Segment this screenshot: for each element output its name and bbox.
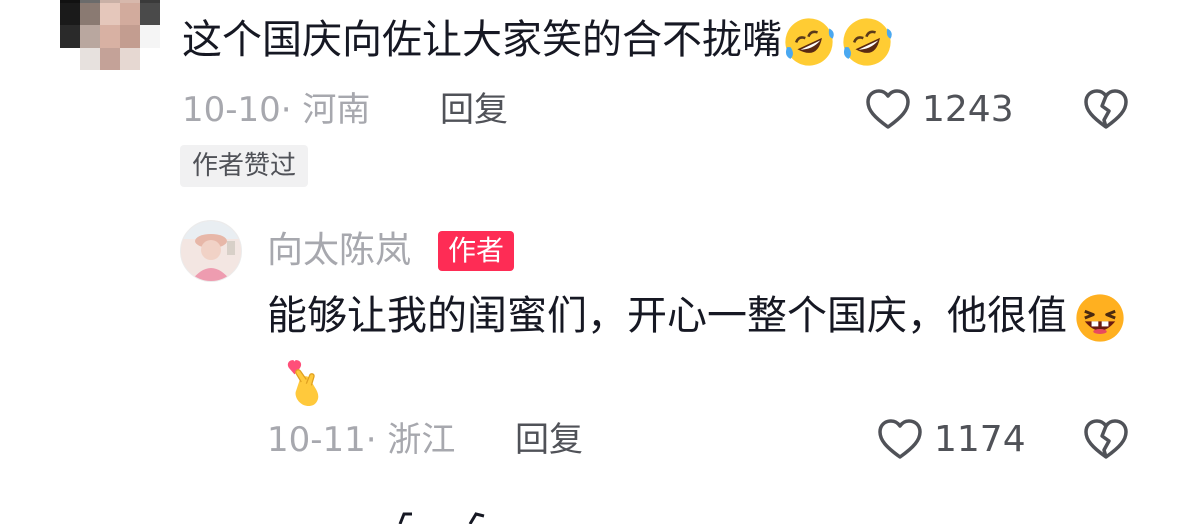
meta-separator: ·	[280, 90, 303, 130]
broken-heart-icon[interactable]	[1082, 416, 1130, 464]
reply-meta: 10-11· 浙江	[267, 418, 455, 462]
comment-date: 10-10	[182, 90, 281, 130]
heart-outline-icon	[866, 89, 910, 129]
truncated-next-item	[398, 512, 485, 524]
reply-button[interactable]: 回复	[515, 418, 583, 462]
like-button[interactable]: 1174	[876, 416, 1026, 464]
reply-button[interactable]: 回复	[440, 88, 508, 132]
rofl-emoji-icon	[843, 18, 892, 66]
reply-username[interactable]: 向太陈岚	[267, 228, 411, 274]
avatar-pixelated[interactable]	[60, 0, 160, 70]
like-count: 1174	[934, 419, 1026, 460]
reply-text-block: 能够让我的闺蜜们，开心一整个国庆，他很值	[267, 284, 1147, 412]
avatar[interactable]	[180, 220, 242, 282]
author-liked-tag: 作者赞过	[180, 145, 309, 187]
finger-heart-emoji-icon	[287, 360, 319, 407]
avatar-image	[181, 221, 241, 281]
reply-location: 浙江	[387, 420, 456, 460]
meta-separator: ·	[365, 420, 388, 460]
broken-heart-icon[interactable]	[1082, 86, 1130, 134]
reply-date: 10-11	[267, 420, 366, 460]
reply-text: 能够让我的闺蜜们，开心一整个国庆，他很值	[267, 293, 1067, 339]
author-badge: 作者	[438, 231, 515, 271]
like-button[interactable]: 1243	[864, 86, 1014, 134]
comment-meta: 10-10· 河南	[182, 88, 370, 132]
laughing-emoji-icon	[1076, 294, 1124, 342]
like-count: 1243	[922, 89, 1014, 130]
comment-text-row: 这个国庆向佐让大家笑的合不拢嘴	[182, 12, 894, 69]
comment-location: 河南	[302, 90, 371, 130]
rofl-emoji-icon	[785, 18, 834, 66]
heart-outline-icon	[878, 419, 922, 459]
comment-text: 这个国庆向佐让大家笑的合不拢嘴	[182, 17, 782, 63]
